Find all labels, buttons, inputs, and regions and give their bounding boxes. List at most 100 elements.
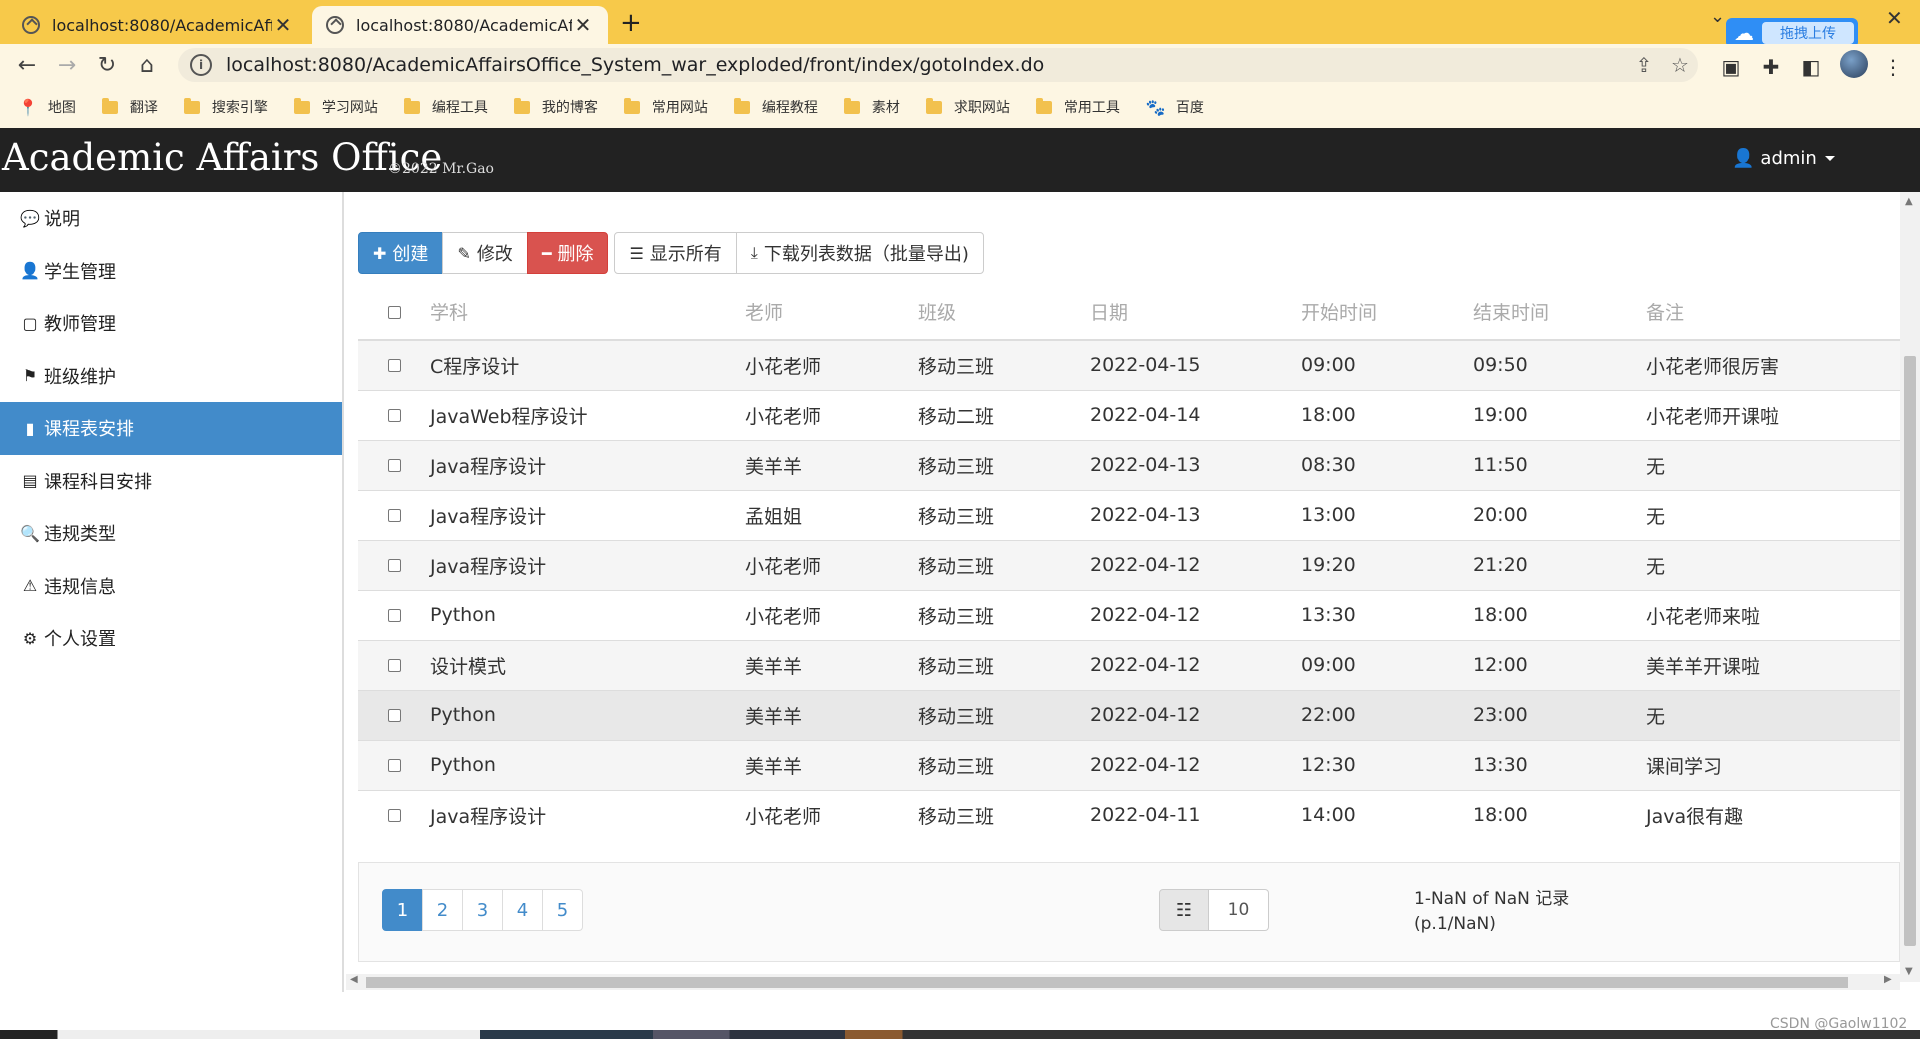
bookmark-item[interactable]: 编程教程 [733,97,818,117]
delete-button[interactable]: ━ 删除 [526,232,609,274]
row-checkbox[interactable] [387,459,401,472]
table-row[interactable]: JavaWeb程序设计 小花老师 移动二班 2022-04-14 18:00 19:00 小… [358,389,1900,440]
bookmark-item[interactable]: 编程工具 [403,97,488,117]
tab-search-icon[interactable]: ⌄ [1710,6,1725,27]
page-button-2[interactable]: 2 [422,889,463,931]
browser-tabstrip: localhost:8080/AcademicAffai ✕ localhost… [0,0,1920,48]
bookmark-item[interactable]: 我的博客 [513,97,598,117]
forward-icon[interactable]: → [52,50,82,80]
page-button-3[interactable]: 3 [462,889,503,931]
horizontal-scrollbar[interactable]: ◀ ▶ [346,974,1900,990]
bookmark-item[interactable]: 常用工具 [1035,97,1120,117]
table-row[interactable]: C程序设计 小花老师 移动三班 2022-04-15 09:00 09:50 小花老师很厉害 [358,339,1900,390]
row-checkbox[interactable] [387,359,401,373]
home-icon[interactable]: ⌂ [132,50,162,80]
sidebar-item-classes[interactable]: ⚑ 班级维护 [0,350,342,403]
site-info-icon[interactable]: i [190,54,212,76]
extension-icon[interactable]: ▣ [1718,54,1744,80]
table-row[interactable]: Python 小花老师 移动三班 2022-04-12 13:30 18:00 小花老师来啦 [358,589,1900,640]
column-start-time[interactable]: 开始时间 [1301,284,1473,341]
horizontal-scroll-thumb[interactable] [366,977,1848,988]
table-row[interactable]: Java程序设计 小花老师 移动三班 2022-04-12 19:20 21:20 无 [358,539,1900,590]
list-icon[interactable]: ☷ [1159,889,1209,931]
scroll-up-icon[interactable]: ▲ [1905,196,1913,207]
column-remark[interactable]: 备注 [1646,284,1900,341]
browser-toolbar: ← → ↻ ⌂ i localhost:8080/AcademicAffairs… [0,44,1920,86]
share-icon[interactable]: ⇪ [1626,53,1662,77]
column-end-time[interactable]: 结束时间 [1473,284,1646,341]
row-checkbox[interactable] [387,509,401,522]
back-icon[interactable]: ← [12,50,42,80]
cell-start: 09:00 [1301,339,1473,390]
bookmark-item[interactable]: 搜索引擎 [183,97,268,117]
user-name: admin [1760,148,1817,169]
sidebar-item-students[interactable]: 👤 学生管理 [0,245,342,298]
bookmark-star-icon[interactable]: ☆ [1662,53,1698,77]
bookmark-item[interactable]: 求职网站 [925,97,1010,117]
app-navbar: Academic Affairs Office ©2022 Mr.Gao 👤 a… [0,128,1920,192]
create-button[interactable]: ✚ 创建 [358,232,444,274]
scroll-right-icon[interactable]: ▶ [1884,974,1892,985]
export-button[interactable]: ⤓ 下载列表数据（批量导出) [735,232,984,274]
sidebar-item-subjects[interactable]: ▤ 课程科目安排 [0,455,342,508]
menu-dots-icon[interactable]: ⋮ [1880,54,1906,80]
close-tab-icon[interactable]: ✕ [272,13,294,37]
pencil-icon: ✎ [457,243,471,263]
sidebar-item-instructions[interactable]: 💬 说明 [0,192,342,245]
scroll-down-icon[interactable]: ▼ [1905,966,1913,977]
new-tab-button[interactable]: + [620,8,642,38]
sidebar-item-teachers[interactable]: ▢ 教师管理 [0,297,342,350]
table-row[interactable]: Java程序设计 小花老师 移动三班 2022-04-11 14:00 18:00 Java… [358,789,1900,840]
puzzle-icon[interactable]: ✚ [1758,54,1784,80]
row-checkbox[interactable] [387,409,401,422]
bookmark-item[interactable]: 学习网站 [293,97,378,117]
page-button-4[interactable]: 4 [502,889,543,931]
pagination: 1 2 3 4 5 [382,889,583,931]
table-row[interactable]: Java程序设计 孟姐姐 移动三班 2022-04-13 13:00 20:00 无 [358,489,1900,540]
row-checkbox[interactable] [387,809,401,823]
vertical-scroll-thumb[interactable] [1904,356,1916,946]
browser-tab-1[interactable]: localhost:8080/AcademicAffai ✕ [8,6,308,44]
page-size-input[interactable]: 10 [1209,889,1269,931]
edit-button[interactable]: ✎ 修改 [442,232,528,274]
bookmark-item[interactable]: 📍 地图 [18,97,76,117]
sidebar-item-violation-types[interactable]: 🔍 违规类型 [0,507,342,560]
sidebar-item-schedule[interactable]: ▮ 课程表安排 [0,402,342,455]
reload-icon[interactable]: ↻ [92,50,122,80]
column-date[interactable]: 日期 [1090,284,1301,341]
row-checkbox[interactable] [387,559,401,572]
window-close-icon[interactable]: ✕ [1886,6,1903,30]
column-class[interactable]: 班级 [918,284,1090,341]
browser-tab-2[interactable]: localhost:8080/AcademicAffai ✕ [312,6,608,44]
bookmark-item[interactable]: 翻译 [101,97,158,117]
bookmark-item[interactable]: 🐾 百度 [1146,97,1204,117]
sidebar-item-settings[interactable]: ⚙ 个人设置 [0,612,342,665]
address-bar[interactable]: i localhost:8080/AcademicAffairsOffice_S… [178,48,1698,82]
vertical-scrollbar[interactable]: ▲ ▼ [1900,192,1920,982]
bookmark-item[interactable]: 常用网站 [623,97,708,117]
scroll-left-icon[interactable]: ◀ [350,974,358,985]
column-subject[interactable]: 学科 [430,284,745,341]
bookmark-item[interactable]: 素材 [843,97,900,117]
brand-title[interactable]: Academic Affairs Office [2,136,442,179]
profile-avatar[interactable] [1840,50,1868,78]
user-dropdown[interactable]: 👤 admin [1732,148,1835,169]
url-text[interactable]: localhost:8080/AcademicAffairsOffice_Sys… [226,54,1626,76]
page-button-5[interactable]: 5 [542,889,583,931]
show-all-button[interactable]: ☰ 显示所有 [614,232,737,274]
row-checkbox[interactable] [387,709,401,722]
table-row[interactable]: Python 美羊羊 移动三班 2022-04-12 22:00 23:00 无 [358,689,1900,740]
row-checkbox[interactable] [387,759,401,772]
row-checkbox[interactable] [387,659,401,672]
column-teacher[interactable]: 老师 [745,284,918,341]
row-checkbox[interactable] [387,609,401,622]
select-all-checkbox[interactable] [387,305,401,319]
table-row[interactable]: Java程序设计 美羊羊 移动三班 2022-04-13 08:30 11:50 无 [358,439,1900,490]
side-panel-icon[interactable]: ◧ [1798,54,1824,80]
cell-date: 2022-04-13 [1090,439,1301,490]
table-row[interactable]: Python 美羊羊 移动三班 2022-04-12 12:30 13:30 课间学习 [358,739,1900,790]
sidebar-item-violations[interactable]: ⚠ 违规信息 [0,560,342,613]
close-tab-icon[interactable]: ✕ [572,13,594,37]
page-button-1[interactable]: 1 [382,889,423,931]
table-row[interactable]: 设计模式 美羊羊 移动三班 2022-04-12 09:00 12:00 美羊羊开课啦 [358,639,1900,690]
